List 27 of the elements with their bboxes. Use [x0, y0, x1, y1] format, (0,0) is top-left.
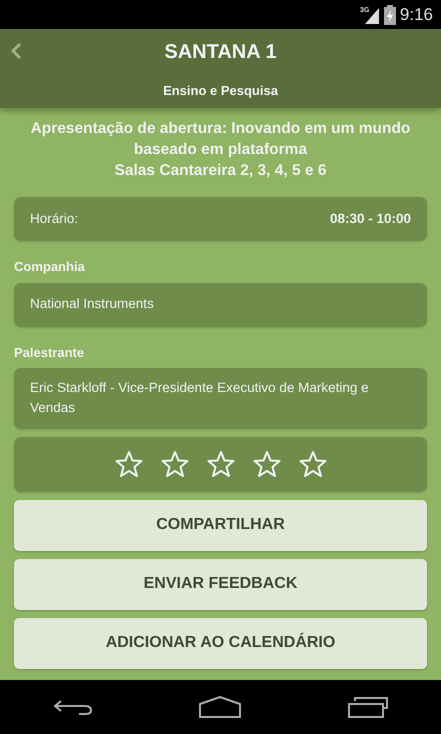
star-icon[interactable] [298, 450, 328, 478]
action-button[interactable]: ADICIONAR AO CALENDÁRIO [14, 618, 427, 668]
action-button[interactable]: COMPARTILHAR [14, 500, 427, 550]
back-arrow-icon [53, 698, 94, 715]
star-icon[interactable] [206, 450, 236, 478]
schedule-label: Horário: [30, 210, 78, 228]
star-icon[interactable] [160, 450, 190, 478]
schedule-time: 08:30 - 10:00 [330, 210, 411, 228]
star-icon[interactable] [252, 450, 282, 478]
field-value: Eric Starkloff - Vice-Presidente Executivo de Marketing e Vendas [30, 379, 370, 418]
star-icon[interactable] [114, 450, 144, 478]
battery-icon [384, 4, 396, 24]
screen-subtitle: Ensino e Pesquisa [163, 82, 278, 100]
clock-time: 9:16 [400, 4, 433, 26]
field-value: National Instruments [30, 295, 154, 314]
session-room: Salas Cantareira 2, 3, 4, 5 e 6 [114, 161, 328, 181]
home-icon [199, 696, 242, 718]
field-label: Palestrante [14, 344, 86, 362]
recents-icon [348, 696, 388, 718]
home-nav-button[interactable] [199, 695, 242, 719]
screen-title: SANTANA 1 [164, 40, 277, 65]
recents-nav-button[interactable] [348, 695, 388, 719]
star-rating[interactable] [114, 450, 328, 478]
field-label: Companhia [14, 258, 86, 276]
back-icon [10, 40, 22, 61]
action-button[interactable]: ENVIAR FEEDBACK [14, 558, 427, 610]
session-title: Apresentação de abertura: Inovando em um mundo baseado em plataforma [30, 119, 412, 160]
